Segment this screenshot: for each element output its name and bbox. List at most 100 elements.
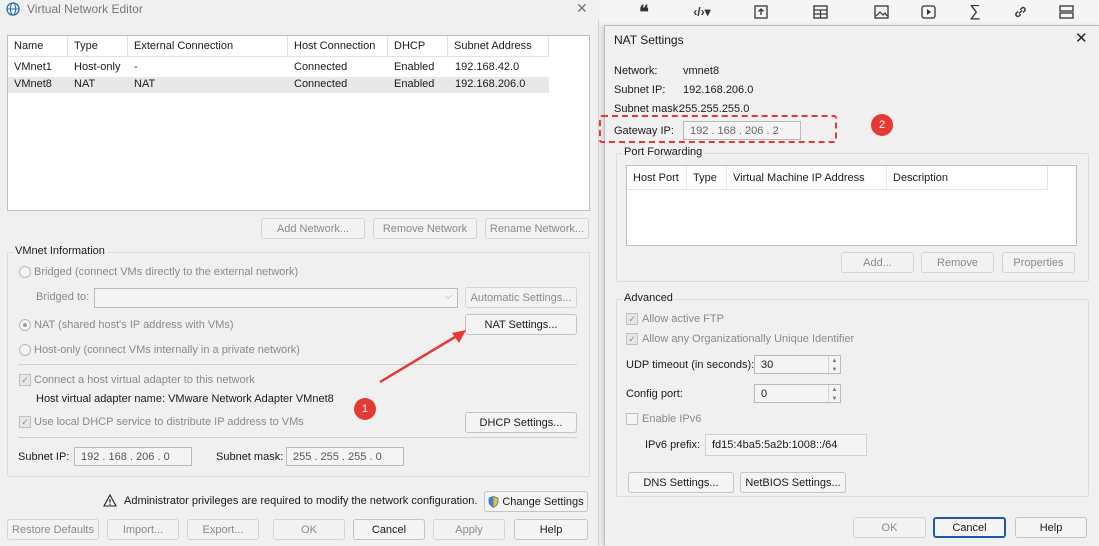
sigma-icon[interactable]: ∑ bbox=[967, 3, 983, 20]
divider bbox=[18, 437, 577, 438]
vne-help-button[interactable]: Help bbox=[514, 519, 588, 540]
restore-defaults-button[interactable]: Restore Defaults bbox=[7, 519, 99, 540]
nat-cancel-button[interactable]: Cancel bbox=[933, 517, 1006, 538]
import-button[interactable]: Import... bbox=[107, 519, 179, 540]
advanced-group bbox=[616, 299, 1089, 497]
table-icon[interactable] bbox=[812, 4, 828, 20]
table-row-selected[interactable]: VMnet8 NAT NAT Connected Enabled 192.168… bbox=[8, 77, 549, 93]
allow-oui-checkbox[interactable]: ✓ bbox=[626, 333, 638, 345]
use-dhcp-checkbox[interactable]: ✓ bbox=[19, 416, 31, 428]
host-only-radio[interactable] bbox=[19, 344, 31, 356]
col-type[interactable]: Type bbox=[687, 166, 727, 190]
col-description[interactable]: Description bbox=[887, 166, 1048, 190]
ipv6-prefix-field[interactable]: fd15:4ba5:5a2b:1008::/64 bbox=[705, 434, 867, 456]
gateway-label: Gateway IP: bbox=[614, 125, 674, 137]
port-forwarding-list[interactable]: Host Port Type Virtual Machine IP Addres… bbox=[626, 165, 1077, 246]
pf-header: Host Port Type Virtual Machine IP Addres… bbox=[627, 166, 1048, 190]
nat-radio[interactable] bbox=[19, 319, 31, 331]
change-settings-button[interactable]: Change Settings bbox=[484, 491, 588, 512]
nat-settings-button[interactable]: NAT Settings... bbox=[465, 314, 577, 335]
vne-title: Virtual Network Editor bbox=[27, 2, 143, 16]
bridged-label: Bridged (connect VMs directly to the ext… bbox=[34, 266, 299, 278]
divider bbox=[18, 364, 577, 365]
image-icon[interactable] bbox=[873, 4, 889, 20]
allow-oui-label: Allow any Organizationally Unique Identi… bbox=[642, 333, 855, 345]
annotation-marker-1: 1 bbox=[354, 398, 376, 420]
shield-icon bbox=[488, 495, 499, 508]
subnet-mask-label: Subnet mask: bbox=[216, 451, 284, 463]
enable-ipv6-label: Enable IPv6 bbox=[642, 413, 702, 425]
col-name[interactable]: Name bbox=[8, 36, 68, 56]
code-icon[interactable]: ‹/›▾ bbox=[688, 4, 716, 20]
remove-network-button[interactable]: Remove Network bbox=[373, 218, 477, 239]
vne-close-icon[interactable]: ✕ bbox=[576, 1, 590, 15]
udp-timeout-stepper[interactable]: 30 ▲ ▼ bbox=[754, 355, 841, 375]
vne-title-bar: Virtual Network Editor ✕ bbox=[0, 0, 599, 20]
dhcp-settings-button[interactable]: DHCP Settings... bbox=[465, 412, 577, 433]
warning-icon bbox=[103, 493, 117, 507]
nat-title: NAT Settings bbox=[614, 33, 684, 47]
bridged-to-label: Bridged to: bbox=[36, 291, 90, 303]
enable-ipv6-checkbox[interactable] bbox=[626, 413, 638, 425]
video-icon[interactable] bbox=[920, 4, 936, 20]
export-button[interactable]: Export... bbox=[187, 519, 259, 540]
allow-ftp-label: Allow active FTP bbox=[642, 313, 724, 325]
use-dhcp-label: Use local DHCP service to distribute IP … bbox=[34, 416, 304, 428]
spinner-arrows[interactable]: ▲ ▼ bbox=[828, 385, 840, 404]
pf-add-button[interactable]: Add... bbox=[841, 252, 914, 273]
upload-icon[interactable] bbox=[753, 4, 769, 20]
network-list[interactable]: Name Type External Connection Host Conne… bbox=[7, 35, 590, 211]
col-host-port[interactable]: Host Port bbox=[627, 166, 687, 190]
config-port-stepper[interactable]: 0 ▲ ▼ bbox=[754, 384, 841, 404]
col-external[interactable]: External Connection bbox=[128, 36, 288, 56]
change-settings-label: Change Settings bbox=[502, 495, 584, 508]
quote-icon[interactable]: ❝ bbox=[636, 2, 652, 22]
nat-close-icon[interactable]: ✕ bbox=[1075, 31, 1088, 46]
netbios-settings-button[interactable]: NetBIOS Settings... bbox=[740, 472, 846, 493]
col-host[interactable]: Host Connection bbox=[288, 36, 388, 56]
nat-help-button[interactable]: Help bbox=[1015, 517, 1087, 538]
vne-apply-button[interactable]: Apply bbox=[433, 519, 505, 540]
more-icon[interactable] bbox=[1058, 4, 1074, 20]
subnet-ip-field[interactable]: 192 . 168 . 206 . 0 bbox=[74, 447, 192, 466]
link-icon[interactable] bbox=[1012, 4, 1028, 20]
globe-icon bbox=[6, 2, 20, 16]
connect-adapter-checkbox[interactable]: ✓ bbox=[19, 374, 31, 386]
bridged-radio[interactable] bbox=[19, 266, 31, 278]
annotation-marker-2: 2 bbox=[871, 114, 893, 136]
add-network-button[interactable]: Add Network... bbox=[261, 218, 365, 239]
config-port-label: Config port: bbox=[626, 388, 683, 400]
col-subnet[interactable]: Subnet Address bbox=[448, 36, 549, 56]
subnet-ip-label: Subnet IP: bbox=[18, 451, 70, 463]
bridged-to-select[interactable]: ⌵ bbox=[94, 288, 458, 308]
col-vm-ip[interactable]: Virtual Machine IP Address bbox=[727, 166, 887, 190]
vne-cancel-button[interactable]: Cancel bbox=[353, 519, 425, 540]
table-row[interactable]: VMnet1 Host-only - Connected Enabled 192… bbox=[8, 60, 549, 76]
subnet-ip-label: Subnet IP: bbox=[614, 84, 666, 96]
nat-ok-button[interactable]: OK bbox=[853, 517, 926, 538]
udp-timeout-label: UDP timeout (in seconds): bbox=[626, 359, 755, 371]
port-forwarding-title: Port Forwarding bbox=[622, 146, 705, 158]
pf-remove-button[interactable]: Remove bbox=[921, 252, 994, 273]
network-list-header: Name Type External Connection Host Conne… bbox=[8, 36, 549, 57]
col-type[interactable]: Type bbox=[68, 36, 128, 56]
pf-properties-button[interactable]: Properties bbox=[1002, 252, 1075, 273]
spinner-arrows[interactable]: ▲ ▼ bbox=[828, 356, 840, 375]
vmnet-information-title: VMnet Information bbox=[13, 245, 107, 257]
dns-settings-button[interactable]: DNS Settings... bbox=[628, 472, 734, 493]
vne-ok-button[interactable]: OK bbox=[273, 519, 345, 540]
gateway-ip-field[interactable]: 192 . 168 . 206 . 2 bbox=[683, 121, 801, 140]
col-dhcp[interactable]: DHCP bbox=[388, 36, 448, 56]
automatic-settings-button[interactable]: Automatic Settings... bbox=[465, 287, 577, 308]
editor-toolbar: ❝ ‹/›▾ ∑ bbox=[600, 0, 1099, 25]
chevron-down-icon: ⌵ bbox=[444, 291, 452, 302]
network-label: Network: bbox=[614, 65, 658, 77]
nat-label: NAT (shared host's IP address with VMs) bbox=[34, 319, 234, 331]
ipv6-prefix-label: IPv6 prefix: bbox=[645, 439, 701, 451]
network-value: vmnet8 bbox=[683, 65, 720, 77]
admin-message: Administrator privileges are required to… bbox=[124, 495, 478, 507]
subnet-mask-field[interactable]: 255 . 255 . 255 . 0 bbox=[286, 447, 404, 466]
subnet-mask-value: 255.255.255.0 bbox=[679, 103, 750, 115]
rename-network-button[interactable]: Rename Network... bbox=[485, 218, 589, 239]
allow-ftp-checkbox[interactable]: ✓ bbox=[626, 313, 638, 325]
